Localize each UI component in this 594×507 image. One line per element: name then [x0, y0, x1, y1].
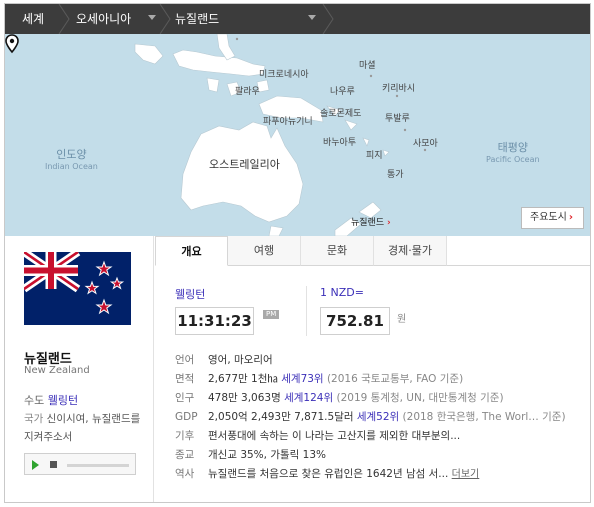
area-rank-link[interactable]: 세계73위	[281, 373, 323, 385]
area-source: (2016 국토교통부, FAO 기준)	[326, 373, 464, 385]
map-label-palau: 팔라우	[235, 87, 260, 97]
tab-bar: 개요 여행 문화 경제·물가	[155, 236, 590, 266]
fact-label: 기후	[175, 430, 195, 442]
pin-label-arrow: ›	[387, 218, 391, 228]
fact-label: 인구	[175, 392, 195, 404]
pacific-ocean-ko: 태평양	[497, 141, 528, 154]
gdp-source: (2018 한국은행, The Worl… 기준)	[402, 411, 566, 423]
map-label-png: 파푸아뉴기니	[263, 117, 313, 127]
breadcrumb-separator-icon	[159, 4, 171, 34]
fact-value: 478만 3,063명 세계124위 (2019 통계청, UN, 대만통계청 …	[208, 389, 504, 407]
breadcrumb-world[interactable]: 세계	[22, 4, 44, 34]
gdp-value: 2,050억 2,493만 7,871.5달러	[208, 411, 354, 423]
divider	[306, 286, 307, 336]
gdp-rank-link[interactable]: 세계52위	[357, 411, 399, 423]
area-value: 2,677만 1천㏊	[208, 373, 278, 385]
anthem-label: 국가	[24, 413, 44, 425]
stop-icon[interactable]	[50, 461, 57, 468]
map-label-fiji: 피지	[366, 151, 383, 161]
breadcrumb-separator-icon	[322, 4, 334, 34]
fact-label: 면적	[175, 373, 195, 385]
more-link[interactable]: 더보기	[452, 469, 480, 480]
fact-label: 언어	[175, 354, 195, 366]
region-map[interactable]: 미크로네시아 마셜 나우루 키리바시 팔라우 솔로몬제도 투발루 파푸아뉴기니 …	[5, 34, 590, 236]
location-pin-icon[interactable]	[5, 34, 19, 54]
capital-link[interactable]: 웰링턴	[48, 394, 78, 407]
major-cities-button[interactable]: 주요도시 ›	[521, 207, 584, 229]
capital-label: 수도	[24, 394, 45, 407]
region-dropdown-icon[interactable]	[148, 15, 156, 20]
map-label-tuvalu: 투발루	[385, 114, 410, 124]
fact-label: 종교	[175, 449, 195, 461]
country-summary: 뉴질랜드 New Zealand 수도 웰링턴 국가 신이시여, 뉴질랜드를 지…	[5, 236, 154, 502]
religion-link[interactable]: 개신교 35%, 가톨릭 13%	[208, 446, 326, 464]
country-name-en: New Zealand	[24, 365, 90, 376]
exchange-rate: 752.81	[320, 307, 390, 335]
indian-ocean-en: Indian Ocean	[45, 162, 98, 171]
country-dropdown-icon[interactable]	[308, 15, 316, 20]
pin-label-text: 뉴질랜드	[351, 218, 385, 228]
population-value: 478만 3,063명	[208, 392, 281, 404]
major-cities-label: 주요도시	[530, 212, 567, 223]
map-label-solomon: 솔로몬제도	[320, 109, 362, 119]
progress-track[interactable]	[67, 464, 129, 467]
map-label-vanuatu: 바누아투	[323, 138, 357, 148]
tab-economy[interactable]: 경제·물가	[374, 236, 447, 266]
map-label-nauru: 나우루	[330, 87, 355, 97]
map-label-samoa: 사모아	[413, 139, 438, 149]
history-text: 뉴질랜드를 처음으로 찾은 유럽인은 1642년 남섬 서...	[208, 468, 449, 480]
anthem-row: 국가 신이시여, 뉴질랜드를 지켜주소서	[24, 410, 144, 446]
flag-icon	[24, 252, 131, 325]
map-label-australia: 오스트레일리아	[209, 158, 280, 171]
local-time: 11:31:23	[175, 307, 254, 335]
indian-ocean-ko: 인도양	[56, 148, 87, 161]
pacific-ocean-en: Pacific Ocean	[486, 155, 540, 164]
map-ocean-pacific: 태평양 Pacific Ocean	[486, 139, 540, 164]
currency-unit: 원	[397, 314, 407, 325]
fact-label: GDP	[175, 411, 198, 423]
map-label-kiribati: 키리바시	[382, 84, 416, 94]
capital-row: 수도 웰링턴	[24, 392, 78, 408]
climate-link[interactable]: 편서풍대에 속하는 이 나라는 고산지를 제외한 대부분의...	[208, 427, 460, 445]
map-ocean-indian: 인도양 Indian Ocean	[45, 146, 98, 171]
currency-label[interactable]: 1 NZD=	[320, 286, 364, 299]
breadcrumb: 세계 오세아니아 뉴질랜드	[5, 4, 590, 34]
language-link[interactable]: 영어, 마오리어	[208, 351, 273, 369]
anthem-player	[24, 453, 136, 475]
map-label-marshall: 마셜	[359, 61, 376, 71]
breadcrumb-region[interactable]: 오세아니아	[76, 4, 131, 34]
major-cities-arrow: ›	[568, 212, 573, 223]
play-icon[interactable]	[32, 460, 39, 470]
breadcrumb-separator-icon	[58, 4, 70, 34]
breadcrumb-country[interactable]: 뉴질랜드	[175, 4, 219, 34]
pin-label[interactable]: 뉴질랜드 ›	[351, 215, 391, 228]
tab-travel[interactable]: 여행	[228, 236, 301, 266]
fact-value: 2,050억 2,493만 7,871.5달러 세계52위 (2018 한국은행…	[208, 408, 566, 426]
clock-city[interactable]: 웰링턴	[175, 286, 205, 302]
map-land	[134, 34, 427, 236]
fact-value: 2,677만 1천㏊ 세계73위 (2016 국토교통부, FAO 기준)	[208, 370, 463, 388]
population-source: (2019 통계청, UN, 대만통계청 기준)	[336, 392, 504, 404]
fact-label: 역사	[175, 468, 195, 480]
tab-culture[interactable]: 문화	[301, 236, 374, 266]
map-label-micronesia: 미크로네시아	[259, 70, 309, 80]
fact-value: 뉴질랜드를 처음으로 찾은 유럽인은 1642년 남섬 서... 더보기	[208, 465, 479, 484]
ampm-badge: PM	[263, 310, 280, 319]
country-card: 세계 오세아니아 뉴질랜드 미크로네시아 마셜 나우루 키리바시 팔라우 솔로몬…	[4, 3, 591, 503]
map-label-tonga: 통가	[387, 170, 404, 180]
tab-overview[interactable]: 개요	[155, 236, 228, 266]
population-rank-link[interactable]: 세계124위	[284, 392, 333, 404]
